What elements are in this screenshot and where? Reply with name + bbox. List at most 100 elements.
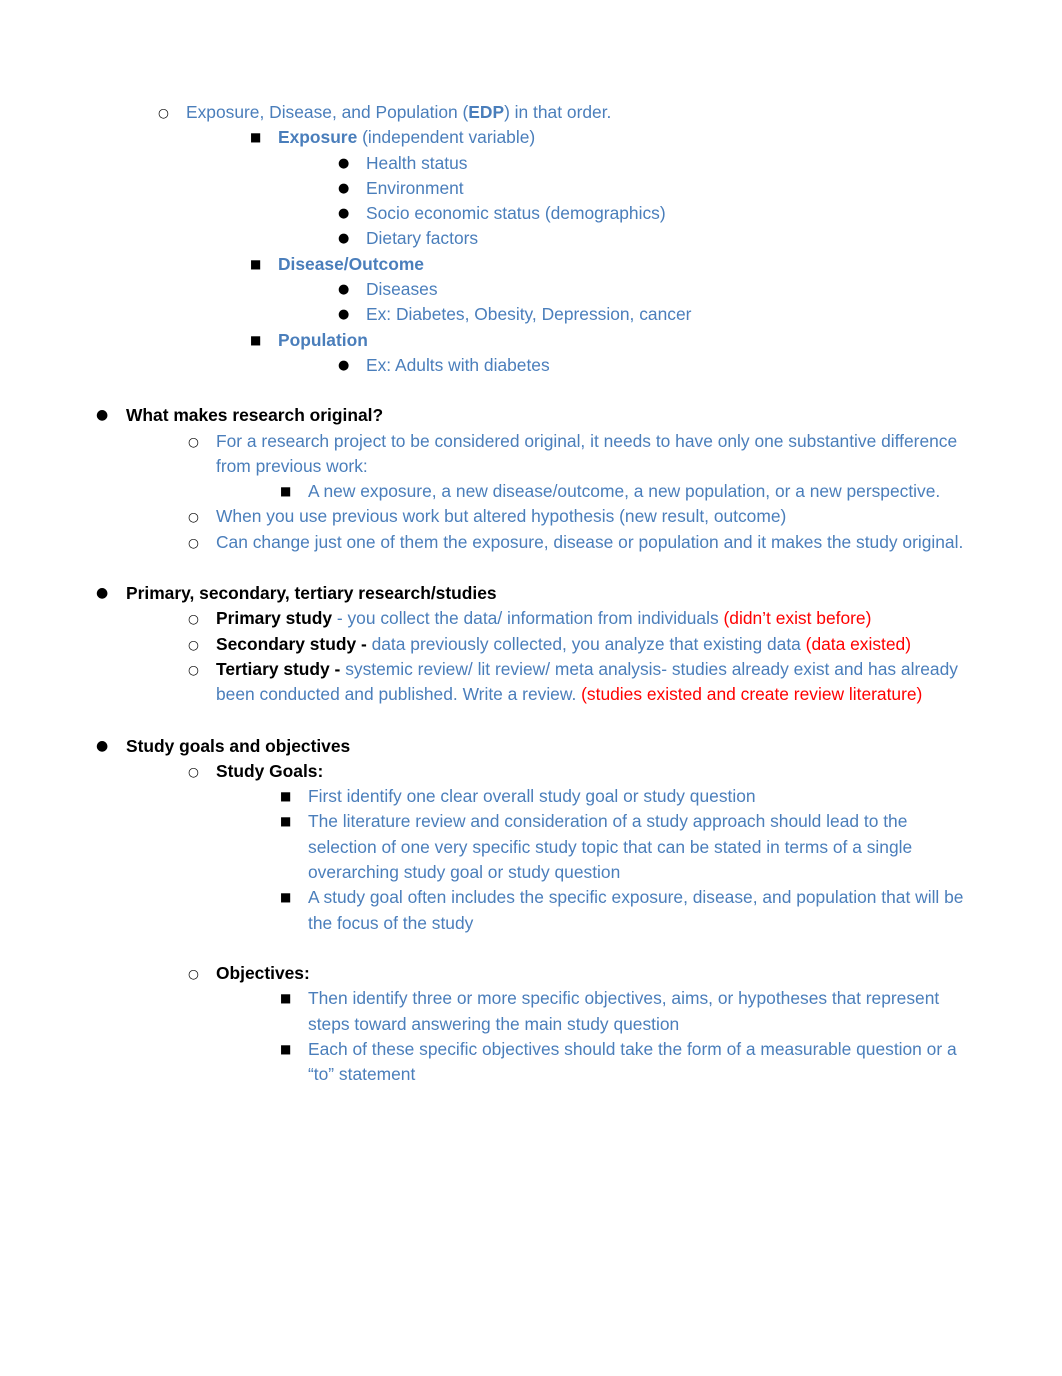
objectives-items: ■ Then identify three or more specific o… (280, 986, 972, 1087)
disease-item-label: Diseases (366, 279, 438, 300)
exposure-item-label: Health status (366, 152, 468, 173)
circle-bullet-icon: ○ (188, 534, 199, 550)
list-item-originality: ● What makes research original? ○ For a … (96, 403, 972, 555)
objectives-label: Objectives: (216, 962, 310, 983)
list-item-edp: ○ Exposure, Disease, and Population (EDP… (158, 100, 972, 378)
list-item: ● Ex: Diabetes, Obesity, Depression, can… (338, 302, 972, 327)
list-item: ● Health status (338, 151, 972, 176)
originality-point-1-children: ■ A new exposure, a new disease/outcome,… (280, 479, 972, 504)
study-goal-item: First identify one clear overall study g… (308, 786, 756, 807)
circle-bullet-icon: ○ (188, 763, 199, 779)
exposure-label: Exposure (278, 127, 358, 148)
study-goals-heading: Study goals and objectives (126, 735, 351, 756)
square-bullet-icon: ■ (280, 789, 292, 804)
originality-point-1: For a research project to be considered … (216, 430, 958, 476)
study-goals-section: ● Study goals and objectives ○ Study Goa… (96, 734, 972, 1088)
edp-line: Exposure, Disease, and Population (EDP) … (186, 100, 972, 125)
edp-section: ○ Exposure, Disease, and Population (EDP… (158, 100, 972, 378)
exposure-item-label: Socio economic status (demographics) (366, 203, 666, 224)
study-goal-item: A study goal often includes the specific… (308, 887, 964, 933)
originality-section: ● What makes research original? ○ For a … (96, 403, 972, 555)
square-bullet-icon: ■ (280, 991, 292, 1006)
secondary-study-note: (data existed) (805, 633, 912, 654)
tertiary-study-line: Tertiary study - systemic review/ lit re… (216, 657, 972, 708)
list-item-study-goals-group: ○ Study Goals: ■ First identify one clea… (188, 759, 972, 936)
square-bullet-icon: ■ (250, 130, 262, 145)
list-item-population: ■ Population ● Ex: Adults with diabetes (250, 328, 972, 379)
objective-item: Then identify three or more specific obj… (308, 988, 940, 1034)
list-item: ● Diseases (338, 277, 972, 302)
list-item: ■ The literature review and consideratio… (280, 809, 972, 885)
secondary-study-line: Secondary study - data previously collec… (216, 632, 972, 657)
objective-item: Each of these specific objectives should… (308, 1038, 957, 1085)
exposure-items: ● Health status ● Environment ● Socio ec… (338, 151, 972, 252)
originality-point-2: When you use previous work but altered h… (216, 506, 787, 527)
study-goals-groups: ○ Study Goals: ■ First identify one clea… (188, 759, 972, 1088)
circle-bullet-icon: ○ (188, 965, 199, 981)
disc-bullet-icon: ● (338, 206, 350, 222)
disc-bullet-icon: ● (338, 231, 350, 247)
list-item: ● Environment (338, 176, 972, 201)
square-bullet-icon: ■ (280, 1041, 292, 1056)
circle-bullet-icon: ○ (188, 636, 199, 652)
exposure-item-label: Environment (366, 177, 464, 198)
disc-bullet-icon: ● (96, 737, 109, 754)
list-item: ■ Each of these specific objectives shou… (280, 1037, 972, 1088)
document-page: ○ Exposure, Disease, and Population (EDP… (0, 0, 1062, 1376)
list-item: ○ For a research project to be considere… (188, 429, 972, 505)
originality-heading: What makes research original? (126, 405, 384, 426)
disc-bullet-icon: ● (96, 407, 109, 424)
tertiary-study-note: (studies existed and create review liter… (581, 684, 923, 705)
exposure-suffix: (independent variable) (357, 127, 536, 148)
originality-points: ○ For a research project to be considere… (188, 429, 972, 555)
list-item-disease: ■ Disease/Outcome ● Diseases ● Ex: Diabe… (250, 252, 972, 328)
circle-bullet-icon: ○ (188, 661, 199, 677)
primary-study-line: Primary study - you collect the data/ in… (216, 606, 972, 631)
study-goal-item: The literature review and consideration … (308, 811, 913, 883)
disc-bullet-icon: ● (96, 585, 109, 602)
disc-bullet-icon: ● (338, 155, 350, 171)
list-item: ■ A study goal often includes the specif… (280, 885, 972, 936)
list-item: ■ Then identify three or more specific o… (280, 986, 972, 1037)
list-item-primary-study: ○ Primary study - you collect the data/ … (188, 606, 972, 631)
population-label: Population (278, 329, 368, 350)
edp-tail-text: ) in that order. (504, 102, 612, 122)
circle-bullet-icon: ○ (158, 105, 169, 120)
edp-children: ■ Exposure (independent variable) ● Heal… (250, 125, 972, 378)
secondary-study-description: data previously collected, you analyze t… (371, 633, 806, 654)
disease-label: Disease/Outcome (278, 253, 424, 274)
exposure-line: Exposure (independent variable) (278, 125, 972, 150)
research-types-section: ● Primary, secondary, tertiary research/… (96, 581, 972, 707)
disc-bullet-icon: ● (338, 357, 350, 373)
originality-point-1-sub: A new exposure, a new disease/outcome, a… (308, 481, 941, 502)
edp-acronym: EDP (468, 102, 505, 122)
list-item: ■ A new exposure, a new disease/outcome,… (280, 479, 972, 504)
square-bullet-icon: ■ (280, 814, 292, 829)
square-bullet-icon: ■ (280, 484, 292, 499)
tertiary-study-label: Tertiary study - (216, 658, 346, 679)
secondary-study-label: Secondary study - (216, 633, 372, 654)
edp-lead-text: Exposure, Disease, and Population ( (186, 102, 469, 122)
disc-bullet-icon: ● (338, 307, 350, 323)
circle-bullet-icon: ○ (188, 509, 199, 525)
list-item-secondary-study: ○ Secondary study - data previously coll… (188, 632, 972, 657)
square-bullet-icon: ■ (280, 890, 292, 905)
square-bullet-icon: ■ (250, 256, 262, 271)
list-item-exposure: ■ Exposure (independent variable) ● Heal… (250, 125, 972, 251)
list-item-objectives-group: ○ Objectives: ■ Then identify three or m… (188, 961, 972, 1087)
disease-items: ● Diseases ● Ex: Diabetes, Obesity, Depr… (338, 277, 972, 328)
group-spacer (188, 936, 972, 961)
list-item: ■ First identify one clear overall study… (280, 784, 972, 809)
exposure-item-label: Dietary factors (366, 228, 479, 249)
disc-bullet-icon: ● (338, 180, 350, 196)
list-item: ○ When you use previous work but altered… (188, 504, 972, 529)
study-goals-label: Study Goals: (216, 760, 324, 781)
primary-study-label: Primary study (216, 608, 332, 629)
primary-study-description: you collect the data/ information from i… (347, 608, 724, 629)
list-item: ○ Can change just one of them the exposu… (188, 530, 972, 555)
population-item-label: Ex: Adults with diabetes (366, 354, 550, 375)
circle-bullet-icon: ○ (188, 433, 199, 449)
